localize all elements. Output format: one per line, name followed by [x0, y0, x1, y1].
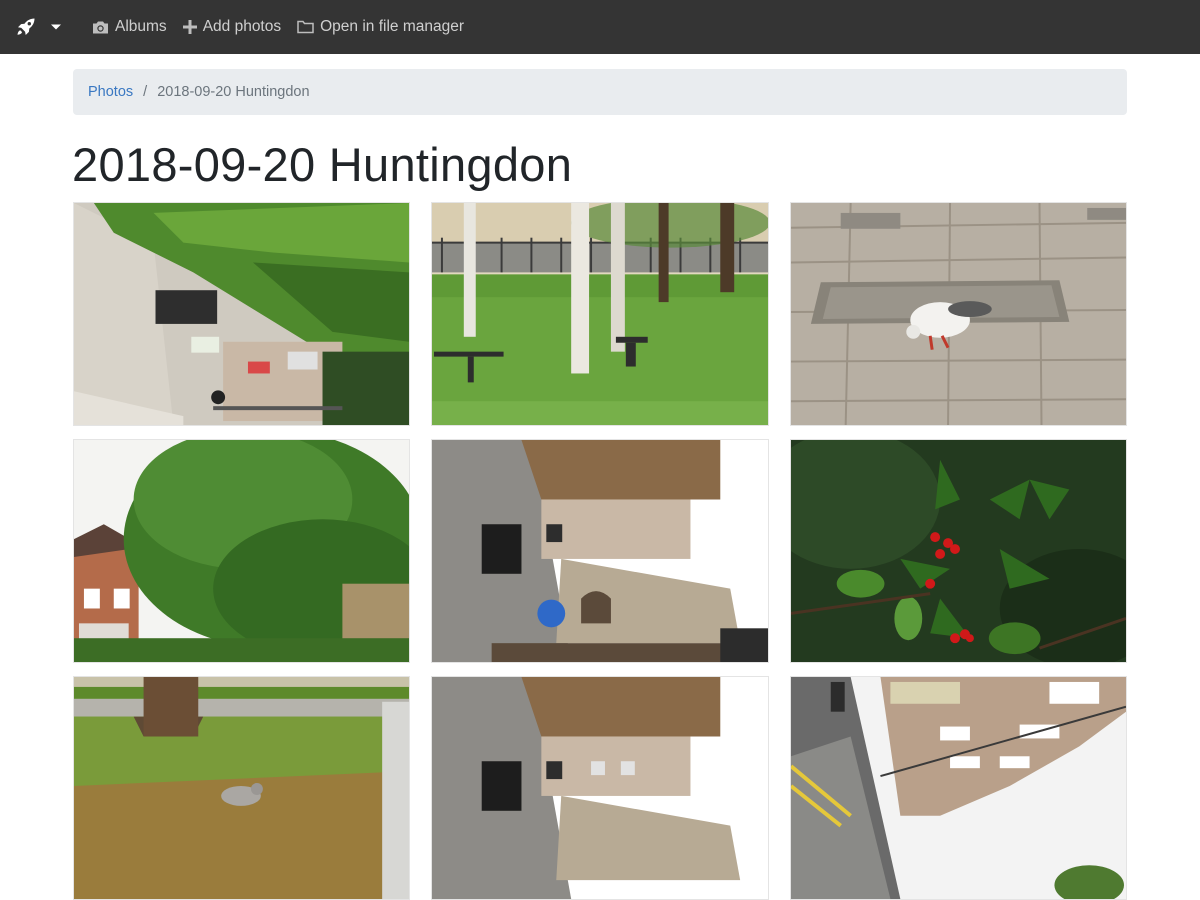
page-title: 2018-09-20 Huntingdon — [72, 138, 573, 191]
photo-park-pigeon — [74, 677, 409, 899]
nav-open-file-manager[interactable]: Open in file manager — [297, 18, 464, 36]
photo-thumbnail[interactable] — [790, 439, 1127, 663]
photo-holly-berries — [791, 440, 1126, 662]
breadcrumb-photos-link[interactable]: Photos — [88, 84, 133, 100]
photo-grid — [73, 202, 1127, 900]
photo-thumbnail[interactable] — [431, 439, 769, 663]
photo-park-birch-trees — [432, 203, 768, 425]
rocket-icon — [17, 18, 35, 35]
navbar: Albums Add photos Open in file manager — [0, 0, 1200, 54]
photo-thumbnail[interactable] — [790, 676, 1127, 900]
folder-icon — [297, 20, 314, 34]
photo-thumbnail[interactable] — [431, 202, 769, 426]
breadcrumb: Photos / 2018-09-20 Huntingdon — [73, 69, 1127, 115]
nav-albums-label: Albums — [115, 18, 167, 35]
nav-open-file-manager-label: Open in file manager — [320, 18, 465, 35]
photo-thumbnail[interactable] — [431, 676, 769, 900]
caret-down-icon — [51, 24, 61, 30]
photo-street-church-rotated — [432, 440, 768, 662]
breadcrumb-separator: / — [143, 84, 148, 100]
photo-thumbnail[interactable] — [73, 676, 410, 900]
photo-thumbnail[interactable] — [73, 202, 410, 426]
photo-ivy-wall-street — [74, 203, 409, 425]
photo-thumbnail[interactable] — [790, 202, 1127, 426]
breadcrumb-current: 2018-09-20 Huntingdon — [157, 84, 310, 100]
photo-street-church-rotated — [432, 677, 768, 899]
camera-icon — [93, 21, 108, 33]
plus-icon — [182, 20, 197, 34]
nav-add-photos-label: Add photos — [202, 18, 282, 35]
nav-albums[interactable]: Albums — [92, 18, 167, 36]
photo-terraced-houses-rotated — [791, 677, 1126, 899]
photo-tree-houses — [74, 440, 409, 662]
nav-add-photos[interactable]: Add photos — [182, 18, 282, 36]
photo-pigeon-paving — [791, 203, 1126, 425]
brand-menu[interactable] — [14, 15, 76, 39]
photo-thumbnail[interactable] — [73, 439, 410, 663]
